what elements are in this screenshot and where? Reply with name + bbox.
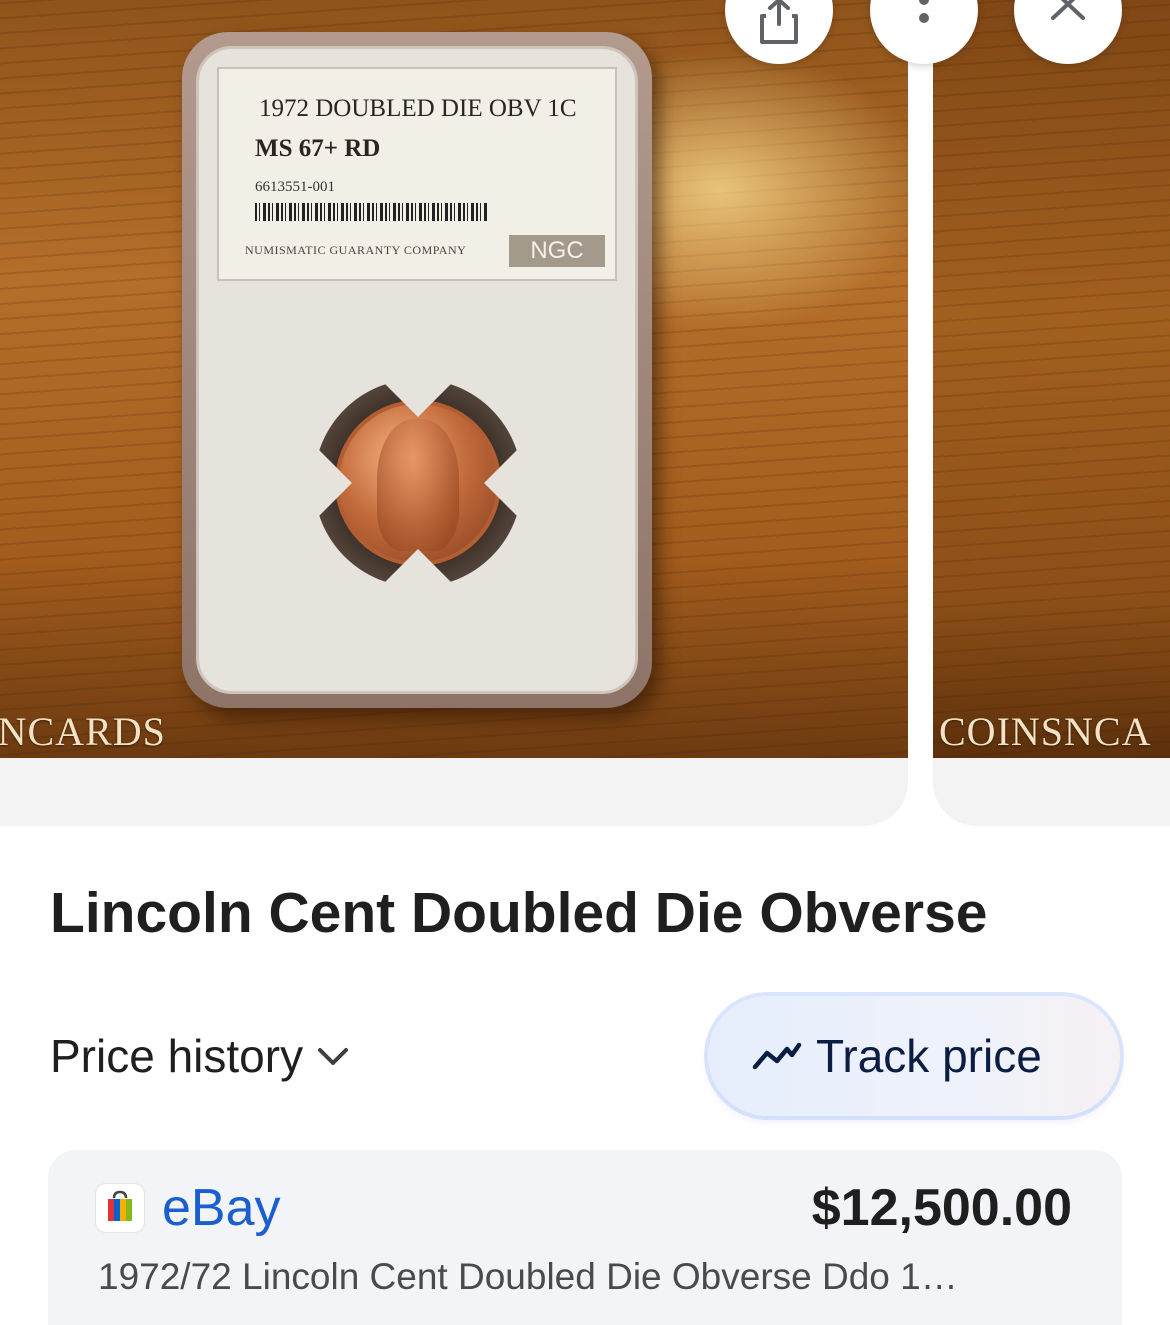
slab-label-company: NUMISMATIC GUARANTY COMPANY	[245, 243, 467, 257]
product-title: Lincoln Cent Doubled Die Obverse	[50, 881, 988, 945]
image-carousel[interactable]: 1972 DOUBLED DIE OBV 1C MS 67+ RD 661355…	[0, 0, 1170, 826]
price-history-toggle[interactable]: Price history	[50, 1028, 351, 1084]
next-photo: COINSNCA	[933, 0, 1170, 758]
shopping-bag-icon	[96, 1184, 144, 1232]
close-icon	[1051, 0, 1085, 20]
slab-label-cert: 6613551-001	[255, 179, 335, 195]
offer-price: $12,500.00	[811, 1179, 1072, 1237]
product-image-card[interactable]: 1972 DOUBLED DIE OBV 1C MS 67+ RD 661355…	[0, 0, 908, 826]
track-price-button[interactable]: Track price	[708, 996, 1120, 1116]
store-name-link[interactable]: eBay	[162, 1178, 281, 1238]
coin-slab: 1972 DOUBLED DIE OBV 1C MS 67+ RD 661355…	[182, 32, 652, 708]
watermark-text-next: COINSNCA	[939, 709, 1152, 754]
chevron-down-icon	[318, 1048, 349, 1065]
offer-description[interactable]: 1972/72 Lincoln Cent Doubled Die Obverse…	[98, 1256, 1058, 1298]
offer-card[interactable]: eBay $12,500.00 1972/72 Lincoln Cent Dou…	[48, 1150, 1122, 1325]
ngc-logo: NGC	[509, 235, 605, 267]
share-icon	[760, 0, 798, 44]
product-photo: 1972 DOUBLED DIE OBV 1C MS 67+ RD 661355…	[0, 0, 908, 758]
next-image-card[interactable]: COINSNCA	[933, 0, 1170, 826]
lincoln-bust	[377, 419, 459, 551]
more-vert-icon	[919, 0, 929, 23]
track-price-label: Track price	[816, 1030, 1042, 1082]
slab-label-title: 1972 DOUBLED DIE OBV 1C	[259, 95, 577, 122]
slab-label-grade: MS 67+ RD	[255, 135, 381, 162]
watermark-text: ISNCARDS	[0, 709, 166, 754]
barcode	[255, 203, 487, 221]
price-history-label: Price history	[50, 1030, 304, 1082]
trending-icon	[752, 1042, 802, 1070]
slab-label: 1972 DOUBLED DIE OBV 1C MS 67+ RD 661355…	[217, 67, 617, 281]
